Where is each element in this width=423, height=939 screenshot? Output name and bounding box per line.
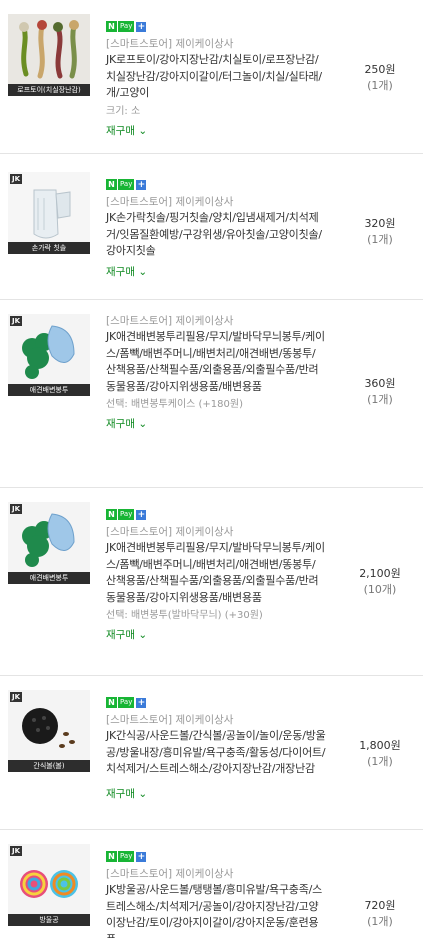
npay-badge: N Pay + [106, 179, 147, 190]
store-name[interactable]: [스마트스토어] 제이케이상사 [106, 37, 326, 51]
order-info: N Pay + [스마트스토어] 제이케이상사 JK로프토이/강아지장난감/치실토이… [106, 14, 326, 138]
quantity: (10개) [363, 583, 397, 596]
order-info: [스마트스토어] 제이케이상사 JK애견배변봉투리필용/무지/발바닥무늬봉투/케… [106, 314, 326, 431]
order-item: 로프토이(치실장난감) N Pay + [스마트스토어] 제이케이상사 JK로프토이… [0, 0, 423, 154]
chevron-down-icon: ⌄ [138, 787, 148, 800]
chevron-down-icon: ⌄ [138, 418, 148, 430]
price: 360원 [364, 377, 396, 390]
thumbnail-caption: 로프토이(치실장난감) [8, 84, 90, 96]
naver-pay-n-icon: N [106, 851, 117, 862]
product-thumbnail[interactable]: 로프토이(치실장난감) [8, 14, 90, 96]
plus-icon: + [136, 509, 147, 520]
price-block: 2,100원 (10개) [340, 566, 420, 598]
naver-pay-label: Pay [118, 697, 135, 708]
naver-pay-n-icon: N [106, 697, 117, 708]
order-info: N Pay + [스마트스토어] 제이케이상사 JK애견배변봉투리필용/무지/발바닥… [106, 502, 326, 642]
product-title[interactable]: JK애견배변봉투리필용/무지/발바닥무늬봉투/케이스/폼빽/배변주머니/배변처리… [106, 540, 326, 606]
quantity: (1개) [367, 915, 393, 928]
naver-pay-n-icon: N [106, 179, 117, 190]
price-block: 250원 (1개) [340, 62, 420, 94]
product-thumbnail[interactable]: JK 손가락 칫솔 [8, 172, 90, 254]
jk-badge: JK [10, 174, 23, 184]
thumbnail-caption: 손가락 칫솔 [8, 242, 90, 254]
naver-pay-label: Pay [118, 179, 135, 190]
chevron-down-icon: ⌄ [138, 265, 148, 278]
price: 320원 [364, 217, 396, 230]
rebuy-button[interactable]: 재구매 ⌄ [106, 417, 147, 431]
thumbnail-caption: 방울공 [8, 914, 90, 926]
naver-pay-label: Pay [118, 21, 135, 32]
quantity: (1개) [367, 755, 393, 768]
price-block: 1,800원 (1개) [340, 738, 420, 770]
product-thumbnail[interactable]: JK 애견배변봉투 [8, 314, 90, 396]
product-title[interactable]: JK로프토이/강아지장난감/치실토이/로프장난감/치실장난감/강아지이갈이/터그… [106, 52, 326, 102]
product-option: 선택: 배변봉투케이스 (+180원) [106, 399, 243, 410]
chevron-down-icon: ⌄ [138, 124, 148, 137]
rebuy-label: 재구매 [106, 787, 135, 800]
plus-icon: + [136, 851, 147, 862]
price: 1,800원 [359, 739, 401, 752]
price-block: 720원 (1개) [340, 898, 420, 930]
rebuy-button[interactable]: 재구매 ⌄ [106, 265, 147, 279]
chevron-down-icon: ⌄ [138, 629, 148, 641]
naver-pay-n-icon: N [106, 509, 117, 520]
store-name[interactable]: [스마트스토어] 제이케이상사 [106, 713, 326, 727]
rebuy-button[interactable]: 재구매 ⌄ [106, 124, 147, 138]
rebuy-label: 재구매 [106, 418, 135, 430]
order-info: N Pay + [스마트스토어] 제이케이상사 JK방울공/사운드볼/탱탱볼/흥미유… [106, 844, 326, 939]
jk-badge: JK [10, 504, 23, 514]
naver-pay-n-icon: N [106, 21, 117, 32]
price-block: 360원 (1개) [340, 376, 420, 408]
npay-badge: N Pay + [106, 697, 147, 708]
plus-icon: + [136, 179, 147, 190]
naver-pay-label: Pay [118, 851, 135, 862]
price: 720원 [364, 899, 396, 912]
thumbnail-caption: 애견배변봉투 [8, 384, 90, 396]
quantity: (1개) [367, 233, 393, 246]
price-block: 320원 (1개) [340, 216, 420, 248]
rebuy-button[interactable]: 재구매 ⌄ [106, 787, 147, 801]
store-name[interactable]: [스마트스토어] 제이케이상사 [106, 525, 326, 539]
naver-pay-label: Pay [118, 509, 135, 520]
product-title[interactable]: JK간식공/사운드볼/간식볼/공놀이/놀이/운동/방울공/방울내장/흥미유발/욕… [106, 728, 326, 778]
thumbnail-caption: 간식볼(볼) [8, 760, 90, 772]
thumbnail-caption: 애견배변봉투 [8, 572, 90, 584]
store-name[interactable]: [스마트스토어] 제이케이상사 [106, 195, 326, 209]
rebuy-button[interactable]: 재구매 ⌄ [106, 628, 147, 642]
order-item: JK 방울공 N Pay + [스마트스토어] 제이케이상사 JK방울공/사운드볼/… [0, 830, 423, 939]
product-thumbnail[interactable]: JK 방울공 [8, 844, 90, 926]
plus-icon: + [136, 21, 147, 32]
price: 250원 [364, 63, 396, 76]
order-list: 로프토이(치실장난감) N Pay + [스마트스토어] 제이케이상사 JK로프토이… [0, 0, 423, 939]
order-item: JK 애견배변봉투 N Pay + [스마트스토어] 제이케이상사 JK애견배변봉투… [0, 488, 423, 676]
product-title[interactable]: JK애견배변봉투리필용/무지/발바닥무늬봉투/케이스/폼빽/배변주머니/배변처리… [106, 329, 326, 395]
jk-badge: JK [10, 846, 23, 856]
jk-badge: JK [10, 692, 23, 702]
npay-badge: N Pay + [106, 21, 147, 32]
order-info: N Pay + [스마트스토어] 제이케이상사 JK간식공/사운드볼/간식볼/공놀이… [106, 690, 326, 801]
product-thumbnail[interactable]: JK 간식볼(볼) [8, 690, 90, 772]
plus-icon: + [136, 697, 147, 708]
npay-badge: N Pay + [106, 851, 147, 862]
order-item: JK 간식볼(볼) N Pay + [스마트스토어] 제이케이상사 JK간식공/사운… [0, 676, 423, 830]
rebuy-label: 재구매 [106, 265, 135, 278]
rebuy-label: 재구매 [106, 629, 135, 641]
order-info: N Pay + [스마트스토어] 제이케이상사 JK손가락칫솔/핑거칫솔/양치/입냄… [106, 172, 326, 279]
product-title[interactable]: JK방울공/사운드볼/탱탱볼/흥미유발/욕구충족/스트레스해소/치석제거/공놀이… [106, 882, 326, 939]
store-name[interactable]: [스마트스토어] 제이케이상사 [106, 314, 326, 328]
product-title[interactable]: JK손가락칫솔/핑거칫솔/양치/입냄새제거/치석제거/잇몸질환예방/구강위생/유… [106, 210, 326, 260]
order-item: JK 손가락 칫솔 N Pay + [스마트스토어] 제이케이상사 JK손가락칫솔/… [0, 154, 423, 300]
order-item: JK 애견배변봉투 [스마트스토어] 제이케이상사 JK애견배변봉투리필용/무지… [0, 300, 423, 488]
product-option: 크기: 소 [106, 105, 141, 117]
rebuy-label: 재구매 [106, 124, 135, 137]
quantity: (1개) [367, 79, 393, 92]
store-name[interactable]: [스마트스토어] 제이케이상사 [106, 867, 326, 881]
jk-badge: JK [10, 316, 23, 326]
npay-badge: N Pay + [106, 509, 147, 520]
quantity: (1개) [367, 393, 393, 406]
product-option: 선택: 배변봉투(발바닥무늬) (+30원) [106, 610, 263, 621]
price: 2,100원 [359, 567, 401, 580]
product-thumbnail[interactable]: JK 애견배변봉투 [8, 502, 90, 584]
